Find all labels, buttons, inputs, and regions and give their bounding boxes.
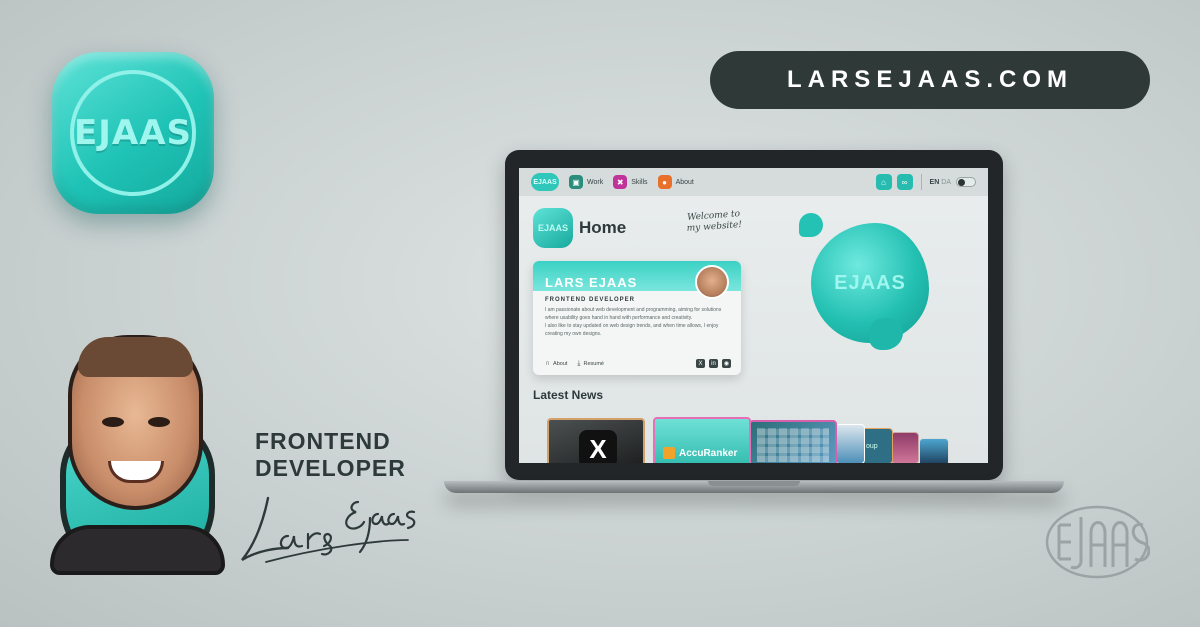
nav-right-controls: ⌂ ∞ EN DA — [871, 174, 976, 190]
decor-blob-tail — [869, 318, 903, 350]
news-tile-accuranker[interactable]: AccuRanker — [653, 417, 751, 463]
profile-name: LARS EJAAS — [545, 275, 638, 290]
profile-bio-paragraph-2: I also like to stay updated on web desig… — [545, 323, 719, 337]
x-logo-icon: X — [579, 430, 617, 463]
app-icon: EJAAS — [52, 52, 214, 214]
profile-bio: I am passionate about web development an… — [545, 306, 731, 338]
theme-toggle[interactable] — [956, 177, 976, 187]
github-icon[interactable]: ◉ — [722, 359, 731, 368]
ejaas-outline-emblem — [1045, 505, 1150, 579]
nav-item-label: About — [675, 178, 694, 186]
ejaas-emblem-logo: EJAAS — [70, 70, 196, 196]
person-card-icon: ● — [657, 175, 672, 189]
resume-link[interactable]: ⤓ Resumé — [577, 360, 604, 368]
welcome-note: Welcome to my website! — [682, 209, 745, 235]
news-tile[interactable] — [835, 424, 865, 463]
linkedin-icon[interactable]: in — [709, 359, 718, 368]
accuranker-text: AccuRanker — [679, 447, 738, 459]
nav-item-about[interactable]: ● About — [657, 175, 694, 189]
handwritten-signature — [241, 496, 416, 563]
resume-link-label: Resumé — [583, 360, 604, 367]
portrait-eye-right — [148, 417, 170, 427]
nav-item-label: Skills — [631, 178, 648, 186]
x-icon[interactable]: X — [696, 359, 705, 368]
decor-blob-small — [799, 213, 823, 237]
laptop-screen: EJAAS ▣ Work ✖ Skills ● About ⌂ ∞ EN DA … — [519, 168, 988, 463]
nav-divider — [920, 174, 922, 190]
about-link-label: About — [553, 360, 568, 367]
news-tile[interactable] — [919, 438, 949, 463]
lang-en-option[interactable]: EN — [930, 179, 940, 186]
accuranker-label: AccuRanker — [663, 447, 737, 459]
site-nav-bar: EJAAS ▣ Work ✖ Skills ● About ⌂ ∞ EN DA — [519, 168, 988, 196]
nav-item-skills[interactable]: ✖ Skills — [613, 175, 648, 189]
about-link[interactable]: ∩ About — [545, 360, 567, 367]
profile-card: LARS EJAAS FRONTEND DEVELOPER I am passi… — [533, 261, 741, 375]
nav-item-work[interactable]: ▣ Work — [569, 175, 603, 189]
portrait-hair — [78, 337, 193, 377]
social-links: X in ◉ — [692, 359, 731, 368]
profile-bio-paragraph-1: I am passionate about web development an… — [545, 307, 722, 321]
download-icon: ⤓ — [577, 359, 581, 367]
profile-role: FRONTEND DEVELOPER — [545, 297, 636, 303]
app-grid-pattern — [757, 428, 829, 462]
role-title: FRONTEND DEVELOPER — [255, 428, 455, 482]
latest-news-heading: Latest News — [533, 388, 604, 402]
portrait-shirt — [50, 525, 225, 575]
home-logo: EJAAS — [533, 208, 573, 248]
role-line-1: FRONTEND — [255, 428, 391, 454]
share-icon[interactable]: ∞ — [896, 174, 913, 190]
lang-da-option[interactable]: DA — [941, 179, 951, 186]
home-icon[interactable]: ⌂ — [875, 174, 892, 190]
headphones-icon: ∩ — [545, 360, 551, 367]
news-tile[interactable] — [891, 432, 919, 463]
portrait-illustration — [50, 335, 225, 575]
news-tile[interactable]: oup — [861, 428, 893, 463]
portrait-eye-left — [102, 417, 124, 427]
news-tile[interactable] — [749, 420, 837, 463]
nav-item-label: Work — [587, 178, 604, 186]
news-tile-x[interactable]: X — [547, 418, 645, 463]
laptop-notch — [708, 481, 800, 486]
avatar — [695, 265, 729, 299]
profile-card-footer: ∩ About ⤓ Resumé X in ◉ — [545, 359, 731, 368]
page-title: Home — [579, 218, 627, 237]
website-url-badge[interactable]: LARSEJAAS.COM — [710, 51, 1150, 109]
accuranker-logo-icon — [663, 447, 675, 459]
briefcase-icon: ▣ — [569, 175, 583, 189]
site-logo[interactable]: EJAAS — [531, 173, 559, 191]
news-tile-label: oup — [866, 443, 878, 450]
role-line-2: DEVELOPER — [255, 455, 406, 481]
tools-icon: ✖ — [613, 175, 628, 189]
